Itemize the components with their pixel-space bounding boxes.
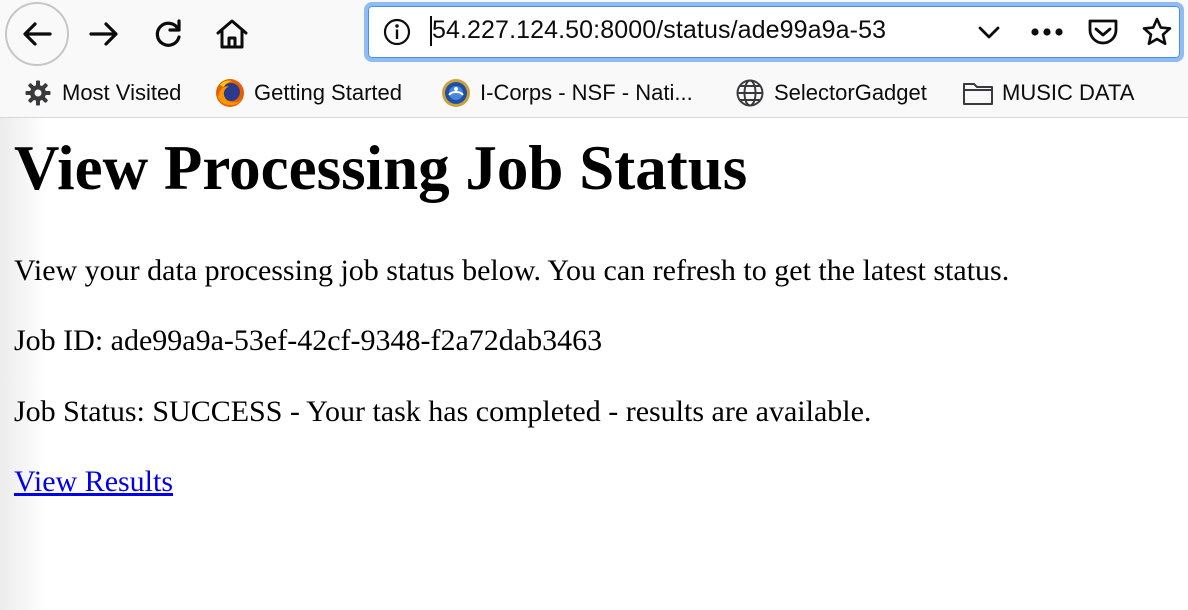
intro-text: View your data processing job status bel… (14, 254, 1010, 287)
bookmark-selectorgadget[interactable]: SelectorGadget (734, 76, 927, 110)
page-title: View Processing Job Status (14, 133, 748, 203)
bookmark-label: Getting Started (254, 80, 402, 105)
back-button[interactable] (5, 2, 69, 66)
reload-button[interactable] (146, 12, 190, 56)
home-button[interactable] (210, 12, 254, 56)
bookmark-label: I-Corps - NSF - Nati... (480, 80, 693, 105)
chevron-down-icon[interactable] (972, 15, 1006, 49)
bookmark-getting-started[interactable]: Getting Started (214, 76, 402, 110)
firefox-icon (214, 77, 246, 109)
bookmark-most-visited[interactable]: Most Visited (22, 76, 181, 110)
gear-icon (22, 77, 54, 109)
info-icon[interactable] (382, 17, 412, 47)
forward-button[interactable] (82, 12, 126, 56)
view-results-link[interactable]: View Results (14, 465, 173, 498)
url-text[interactable]: 54.227.124.50:8000/status/ade99a9a-53 (432, 16, 886, 45)
bookmark-label: MUSIC DATA (1002, 80, 1135, 105)
back-arrow-icon (23, 22, 52, 46)
folder-icon (962, 77, 994, 109)
browser-toolbar: 54.227.124.50:8000/status/ade99a9a-53 (0, 0, 1188, 68)
results-paragraph: View Results (14, 464, 173, 500)
page-content: View Processing Job Status View your dat… (0, 118, 1188, 610)
more-dots-icon[interactable] (1030, 15, 1064, 49)
forward-arrow-icon (89, 22, 118, 46)
url-bar[interactable]: 54.227.124.50:8000/status/ade99a9a-53 (364, 2, 1184, 62)
globe-icon (734, 77, 766, 109)
bookmarks-toolbar: Most Visited Getting Started I-Corps - N… (0, 68, 1188, 118)
star-icon[interactable] (1140, 15, 1174, 49)
job-id-text: Job ID: ade99a9a-53ef-42cf-9348-f2a72dab… (14, 324, 603, 357)
bookmark-folder-music-data[interactable]: MUSIC DATA (962, 76, 1134, 110)
bookmark-i-corps[interactable]: I-Corps - NSF - Nati... (440, 76, 693, 110)
bookmark-label: Most Visited (62, 80, 182, 105)
pocket-icon[interactable] (1086, 15, 1120, 49)
job-status-text: Job Status: SUCCESS - Your task has comp… (14, 395, 872, 428)
bookmark-label: SelectorGadget (774, 80, 927, 105)
reload-icon (155, 19, 181, 47)
home-icon (216, 19, 248, 49)
nsf-seal-icon (440, 77, 472, 109)
